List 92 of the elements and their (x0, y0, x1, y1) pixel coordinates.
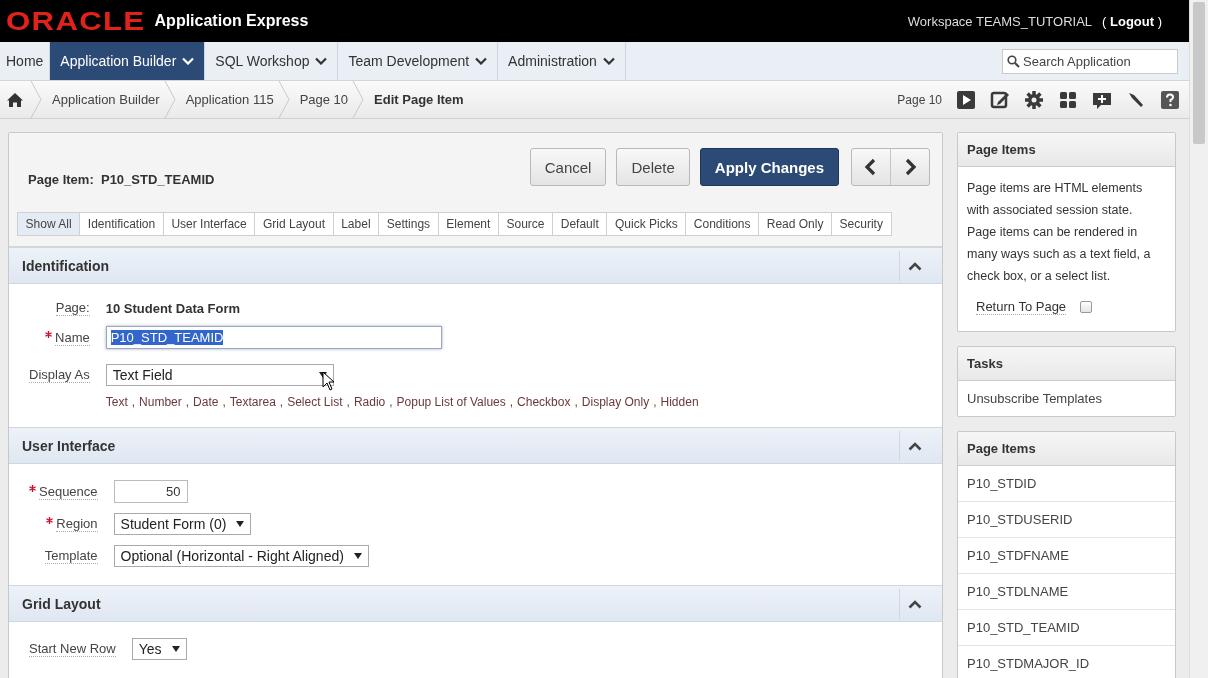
checkbox[interactable] (1080, 301, 1093, 313)
breadcrumb-link[interactable]: Page 10 (299, 92, 349, 107)
action-button[interactable]: Delete (616, 148, 690, 186)
field-label[interactable]: Sequence (39, 483, 98, 500)
breadcrumb-link[interactable]: Application Builder (52, 92, 160, 107)
section-tab[interactable]: Grid Layout (255, 212, 334, 236)
scrollbar[interactable] (1189, 0, 1208, 678)
quick-pick-link[interactable]: Radio (353, 395, 386, 409)
select-field[interactable]: Yes (131, 638, 187, 660)
breadcrumb-link[interactable]: Application 115 (185, 92, 274, 107)
play-icon[interactable] (956, 89, 976, 110)
field-label[interactable]: Template (44, 548, 98, 564)
field-label[interactable]: Region (56, 516, 98, 532)
edit-icon[interactable] (990, 89, 1010, 110)
section-tab[interactable]: Identification (80, 212, 164, 236)
section-tab[interactable]: Quick Picks (607, 212, 687, 236)
search-field[interactable]: Search Application (1002, 49, 1178, 74)
quick-pick-link[interactable]: Date (193, 395, 219, 409)
dropdown-arrow-icon (171, 646, 180, 652)
panel-title: Page Items (958, 133, 1175, 167)
quick-pick-link[interactable]: Checkbox (517, 395, 571, 409)
section-title: Grid Layout (22, 595, 101, 612)
oracle-logo[interactable]: ORACLE (6, 6, 146, 36)
separator: , (509, 395, 514, 409)
home-icon[interactable] (6, 91, 24, 108)
panel-description: Page items are HTML elements with associated session state. Page items can be rendered in many ways such as a text field, a check box, or a select list. (966, 180, 1152, 285)
logout-link[interactable]: ( Logout ) (1102, 13, 1162, 29)
breadcrumb-link[interactable]: Edit Page Item (374, 92, 464, 107)
separator: , (574, 395, 578, 409)
field-label[interactable]: Display As (29, 367, 90, 383)
select-field[interactable]: Student Form (0) (113, 513, 252, 535)
separator: , (653, 395, 657, 409)
section-tab[interactable]: Default (553, 212, 608, 236)
nav-tab[interactable]: SQL Workshop (205, 42, 339, 80)
nav-tab[interactable]: Application Builder (50, 42, 206, 80)
page-item-link[interactable]: P10_STDLNAME (958, 574, 1175, 610)
panel-title: Page Items (958, 432, 1175, 466)
page-item-link[interactable]: P10_STDFNAME (958, 538, 1175, 574)
help-icon[interactable] (1160, 89, 1180, 110)
nav-tab[interactable]: Administration (498, 42, 626, 80)
section-tab[interactable]: Show All (17, 212, 81, 236)
quick-pick-link[interactable]: Display Only (581, 395, 650, 409)
page-item-link[interactable]: P10_STDMAJOR_ID (958, 646, 1175, 678)
section-title: Identification (22, 257, 110, 274)
separator: , (389, 395, 393, 409)
section-tab[interactable]: Settings (379, 212, 439, 236)
action-button[interactable]: Cancel (529, 148, 607, 186)
page-item-link[interactable]: P10_STDID (958, 466, 1175, 502)
action-button[interactable]: Apply Changes (699, 148, 839, 186)
quick-pick-link[interactable]: Popup List of Values (396, 395, 506, 409)
name-field[interactable]: P10_STD_TEAMID (105, 326, 442, 349)
separator: , (279, 395, 284, 409)
section-tab[interactable]: Read Only (759, 212, 832, 236)
page-number-label: Page 10 (897, 92, 942, 107)
mouse-pointer-icon (321, 371, 336, 391)
select-field[interactable]: Optional (Horizontal - Right Aligned) (113, 545, 369, 567)
separator: , (185, 395, 190, 409)
checkbox-label[interactable]: Return To Page (976, 299, 1067, 315)
search-icon (1007, 55, 1020, 68)
quick-pick-link[interactable]: Hidden (660, 395, 699, 409)
dropdown-arrow-icon (353, 553, 362, 559)
section-tab[interactable]: Source (498, 212, 554, 236)
separator: , (222, 395, 226, 409)
select-field[interactable]: Text Field (105, 364, 334, 386)
page-item-link[interactable]: P10_STD_TEAMID (958, 610, 1175, 646)
section-tab[interactable]: Label (333, 212, 380, 236)
dropdown-arrow-icon (236, 521, 245, 527)
section-tab[interactable]: User Interface (163, 212, 256, 236)
workspace-label: Workspace TEAMS_TUTORIAL (907, 13, 1093, 29)
page-item-link[interactable]: P10_STDUSERID (958, 502, 1175, 538)
section-tab[interactable]: Conditions (686, 212, 760, 236)
number-field[interactable]: 50 (113, 480, 188, 503)
product-name: Application Express (154, 12, 309, 30)
section-title: User Interface (22, 437, 116, 454)
settings-icon[interactable] (1024, 89, 1044, 110)
field-label[interactable]: Start New Row (29, 641, 116, 657)
quick-pick-link[interactable]: Number (139, 395, 182, 409)
nav-tab[interactable]: Team Development (338, 42, 499, 80)
task-link[interactable]: Unsubscribe Templates (958, 381, 1175, 416)
quick-pick-link[interactable]: Text (105, 395, 128, 409)
field-label[interactable]: Page: (55, 300, 90, 316)
separator: , (131, 395, 136, 409)
page-item-title: Page Item: P10_STD_TEAMID (28, 171, 215, 187)
section-tab[interactable]: Security (832, 212, 892, 236)
quick-pick-link[interactable]: Select List (287, 395, 343, 409)
separator: , (346, 395, 350, 409)
section-tab[interactable]: Element (438, 212, 499, 236)
quick-pick-link[interactable]: Textarea (229, 395, 276, 409)
field-label[interactable]: Name (55, 329, 90, 346)
field-value: 10 Student Data Form (105, 300, 241, 316)
panel-title: Tasks (958, 347, 1175, 381)
grid-icon[interactable] (1058, 89, 1078, 110)
